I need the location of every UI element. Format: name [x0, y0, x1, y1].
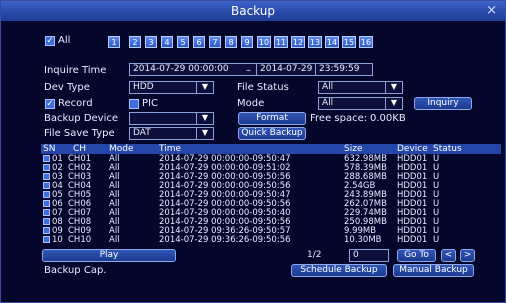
header-ch: CH	[73, 144, 87, 154]
format-button[interactable]: Format	[238, 112, 306, 125]
chevron-down-icon: ▼	[196, 82, 213, 93]
inquiry-button[interactable]: Inquiry	[414, 97, 472, 110]
row-checkbox[interactable]	[43, 209, 50, 216]
channel-button-15[interactable]: 15	[342, 36, 356, 48]
channel-button-8[interactable]: 8	[225, 36, 237, 48]
goto-button[interactable]: Go To	[397, 249, 436, 262]
header-device: Device	[397, 144, 428, 154]
free-space-label: Free space:	[310, 113, 368, 124]
channel-button-9[interactable]: 9	[241, 36, 253, 48]
channel-button-7[interactable]: 7	[209, 36, 221, 48]
table-header: SN CH Mode Time Size Device Status	[41, 144, 501, 154]
channel-button-16[interactable]: 16	[359, 36, 373, 48]
cell-mode: All	[109, 235, 120, 245]
row-checkbox[interactable]	[43, 173, 50, 180]
backup-window: Backup × ✓ All 1 2 3 4 5 6 7 8 9 10 11 12 13 14 15 16 I…	[0, 0, 506, 303]
next-page-button[interactable]: >	[460, 249, 475, 262]
channel-button-13[interactable]: 13	[308, 36, 322, 48]
all-channels-checkbox[interactable]: ✓	[45, 36, 55, 46]
file-status-label: File Status	[237, 82, 289, 93]
cell-device: HDD01	[397, 235, 428, 245]
channel-button-2[interactable]: 2	[129, 36, 141, 48]
file-save-type-label: File Save Type	[44, 128, 115, 139]
page-indicator: 1/2	[307, 250, 322, 260]
channel-button-11[interactable]: 11	[274, 36, 288, 48]
inquire-time-label: Inquire Time	[44, 65, 107, 76]
cell-time: 2014-07-29 09:36:26-09:50:56	[159, 235, 291, 245]
header-mode: Mode	[109, 144, 134, 154]
record-label: Record	[58, 98, 93, 109]
end-time-field[interactable]: 23:59:59	[315, 63, 373, 76]
title-bar: Backup ×	[1, 1, 505, 21]
play-button[interactable]: Play	[42, 249, 176, 262]
chevron-down-icon: ▼	[196, 113, 213, 124]
row-checkbox[interactable]	[43, 200, 50, 207]
backup-device-label: Backup Device	[44, 113, 119, 124]
file-save-type-select[interactable]: DAT ▼	[129, 127, 214, 140]
free-space-value: 0.00KB	[370, 113, 406, 124]
file-status-select[interactable]: All ▼	[318, 81, 403, 94]
chevron-down-icon: ▼	[385, 98, 402, 109]
chevron-down-icon: ▼	[385, 82, 402, 93]
header-status: Status	[433, 144, 462, 154]
page-input[interactable]: 0	[349, 249, 389, 262]
table-row[interactable]: 10 CH10 All 2014-07-29 09:36:26-09:50:56 10.…	[41, 236, 501, 245]
channel-button-10[interactable]: 10	[257, 36, 271, 48]
all-channels-label: All	[58, 35, 71, 46]
row-checkbox[interactable]	[43, 164, 50, 171]
channel-button-6[interactable]: 6	[193, 36, 205, 48]
prev-page-button[interactable]: <	[441, 249, 456, 262]
header-time: Time	[159, 144, 182, 154]
row-checkbox[interactable]	[43, 182, 50, 189]
end-date-field[interactable]: 2014-07-29	[256, 63, 320, 76]
pic-label: PIC	[142, 98, 158, 109]
cell-status: U	[433, 235, 440, 245]
cell-sn: 10	[52, 235, 63, 245]
channel-button-12[interactable]: 12	[291, 36, 305, 48]
channel-button-5[interactable]: 5	[177, 36, 189, 48]
backup-device-select[interactable]: ▼	[129, 112, 214, 125]
channel-button-4[interactable]: 4	[161, 36, 173, 48]
start-time-field[interactable]: 2014-07-29 00:00:00	[129, 63, 261, 76]
pic-checkbox[interactable]	[129, 99, 139, 109]
dev-type-select[interactable]: HDD ▼	[129, 81, 214, 94]
mode-label: Mode	[237, 98, 265, 109]
row-checkbox[interactable]	[43, 155, 50, 162]
cell-size: 10.30MB	[344, 235, 382, 245]
channel-button-3[interactable]: 3	[145, 36, 157, 48]
header-size: Size	[344, 144, 363, 154]
row-checkbox[interactable]	[43, 227, 50, 234]
quick-backup-button[interactable]: Quick Backup	[238, 127, 306, 140]
row-checkbox[interactable]	[43, 218, 50, 225]
time-separator: –	[246, 65, 251, 76]
cell-ch: CH10	[68, 235, 92, 245]
mode-select[interactable]: All ▼	[318, 97, 403, 110]
backup-cap-label: Backup Cap.	[44, 265, 107, 276]
channel-button-14[interactable]: 14	[325, 36, 339, 48]
channel-button-1[interactable]: 1	[108, 36, 120, 48]
schedule-backup-button[interactable]: Schedule Backup	[291, 264, 387, 277]
dev-type-label: Dev Type	[44, 82, 90, 93]
manual-backup-button[interactable]: Manual Backup	[393, 264, 474, 277]
window-title: Backup	[231, 4, 275, 18]
chevron-down-icon: ▼	[196, 128, 213, 139]
record-checkbox[interactable]: ✓	[45, 99, 55, 109]
row-checkbox[interactable]	[43, 236, 50, 243]
row-checkbox[interactable]	[43, 191, 50, 198]
close-icon[interactable]: ×	[486, 1, 497, 21]
file-table: SN CH Mode Time Size Device Status 01 CH0…	[41, 144, 501, 246]
header-sn: SN	[43, 144, 56, 154]
